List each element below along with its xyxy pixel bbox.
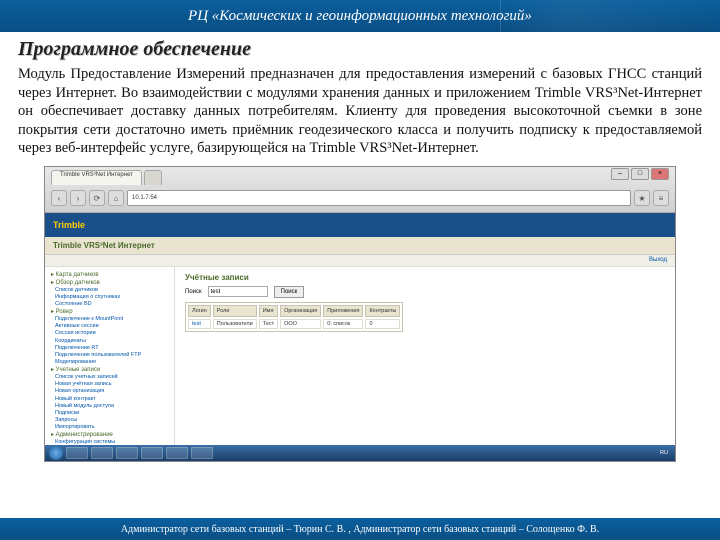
browser-tab-active[interactable]: Trimble VRS³Net Интернет — [51, 170, 142, 185]
window-controls: – □ × — [611, 168, 669, 180]
browser-tab-inactive[interactable] — [144, 170, 162, 185]
home-button[interactable]: ⌂ — [108, 190, 124, 206]
reload-button[interactable]: ⟳ — [89, 190, 105, 206]
search-button[interactable]: Поиск — [274, 286, 305, 298]
bookmark-button[interactable]: ★ — [634, 190, 650, 206]
app-screenshot: – □ × Trimble VRS³Net Интернет ‹ › ⟳ ⌂ 1… — [44, 166, 676, 462]
footer-bar: Администратор сети базовых станций – Тюр… — [0, 518, 720, 540]
search-row: Поиск Поиск — [185, 286, 665, 298]
task-item[interactable] — [91, 447, 113, 459]
menu-button[interactable]: ≡ — [653, 190, 669, 206]
sidebar-item[interactable]: Подключение пользователей FTP — [51, 352, 168, 359]
task-item[interactable] — [191, 447, 213, 459]
taskbar: RU — [45, 445, 675, 461]
app-title: Trimble VRS³Net Интернет — [53, 241, 155, 250]
table-cell: test — [188, 319, 211, 329]
sidebar-group[interactable]: ▸ Ровер — [51, 308, 168, 315]
accounts-table: ЛогинРолиИмяОрганизацияПриложенияКонтрак… — [185, 302, 403, 332]
minimize-button[interactable]: – — [611, 168, 629, 180]
column-header[interactable]: Имя — [259, 305, 278, 317]
table-cell: Тест — [259, 319, 278, 329]
sidebar-item[interactable]: Новая учётная запись — [51, 381, 168, 388]
app-status-bar: Выход — [45, 255, 675, 267]
close-button[interactable]: × — [651, 168, 669, 180]
logout-link[interactable]: Выход — [649, 257, 667, 263]
column-header[interactable]: Организация — [280, 305, 321, 317]
browser-toolbar: ‹ › ⟳ ⌂ 10.1.7.54 ★ ≡ — [45, 185, 675, 212]
header-title: РЦ «Космических и геоинформационных техн… — [188, 8, 532, 25]
sidebar-item[interactable]: Список учетных записей — [51, 374, 168, 381]
sidebar-group[interactable]: ▸ Администрирование — [51, 431, 168, 438]
sidebar-item[interactable]: Новый модуль доступа — [51, 403, 168, 410]
search-input[interactable] — [208, 286, 268, 297]
header-bar: РЦ «Космических и геоинформационных техн… — [0, 0, 720, 32]
back-button[interactable]: ‹ — [51, 190, 67, 206]
sidebar-item[interactable]: Информация о спутниках — [51, 294, 168, 301]
header-accent — [500, 0, 720, 32]
table-row: test ПользователиТестООО0: список0 — [188, 319, 400, 329]
footer-text: Администратор сети базовых станций – Тюр… — [121, 524, 599, 535]
app-title-bar: Trimble VRS³Net Интернет — [45, 237, 675, 255]
browser-chrome: – □ × Trimble VRS³Net Интернет ‹ › ⟳ ⌂ 1… — [45, 167, 675, 213]
sidebar-item[interactable]: Новый контракт — [51, 396, 168, 403]
account-link[interactable]: test — [192, 321, 201, 327]
sidebar-item[interactable]: Состояние BD — [51, 301, 168, 308]
column-header[interactable]: Логин — [188, 305, 211, 317]
tray-lang[interactable]: RU — [660, 450, 668, 456]
sidebar-item[interactable]: Подключение к MountPoint — [51, 316, 168, 323]
search-label: Поиск — [185, 289, 202, 295]
sidebar-group[interactable]: ▸ Обзор датчиков — [51, 279, 168, 286]
sidebar-item[interactable]: Подписки — [51, 410, 168, 417]
panel-title: Учётные записи — [185, 273, 665, 282]
sidebar-item[interactable]: Импортировать — [51, 424, 168, 431]
column-header[interactable]: Контракты — [365, 305, 400, 317]
task-item[interactable] — [141, 447, 163, 459]
sidebar-group[interactable]: ▸ Учетные записи — [51, 366, 168, 373]
sidebar-item[interactable]: Сессия истории — [51, 330, 168, 337]
brand-logo: Trimble — [53, 220, 85, 230]
sidebar-item[interactable]: Координаты — [51, 338, 168, 345]
task-item[interactable] — [116, 447, 138, 459]
content-area: ▸ Карта датчиков▸ Обзор датчиковСписок д… — [45, 267, 675, 445]
slide-body: Модуль Предоставление Измерений предназн… — [0, 65, 720, 158]
sidebar-item[interactable]: Моделирование — [51, 359, 168, 366]
sidebar-item[interactable]: Подключение RT — [51, 345, 168, 352]
task-item[interactable] — [66, 447, 88, 459]
forward-button[interactable]: › — [70, 190, 86, 206]
slide-subtitle: Программное обеспечение — [0, 32, 720, 65]
table-cell: Пользователи — [213, 319, 257, 329]
browser-tabs: Trimble VRS³Net Интернет — [45, 167, 675, 185]
sidebar-item[interactable]: Список датчиков — [51, 287, 168, 294]
address-bar[interactable]: 10.1.7.54 — [127, 190, 631, 206]
maximize-button[interactable]: □ — [631, 168, 649, 180]
table-cell: ООО — [280, 319, 321, 329]
main-panel: Учётные записи Поиск Поиск ЛогинРолиИмяО… — [175, 267, 675, 445]
sidebar-item[interactable]: Запросы — [51, 417, 168, 424]
column-header[interactable]: Приложения — [323, 305, 363, 317]
start-button[interactable] — [49, 446, 63, 460]
sidebar: ▸ Карта датчиков▸ Обзор датчиковСписок д… — [45, 267, 175, 445]
table-cell: 0: список — [323, 319, 363, 329]
sidebar-group[interactable]: ▸ Карта датчиков — [51, 271, 168, 278]
sidebar-item[interactable]: Активные сессии — [51, 323, 168, 330]
task-item[interactable] — [166, 447, 188, 459]
system-tray: RU — [660, 450, 671, 456]
sidebar-item[interactable]: Новая организация — [51, 388, 168, 395]
app-brand-header: Trimble — [45, 213, 675, 237]
column-header[interactable]: Роли — [213, 305, 257, 317]
table-cell: 0 — [365, 319, 400, 329]
